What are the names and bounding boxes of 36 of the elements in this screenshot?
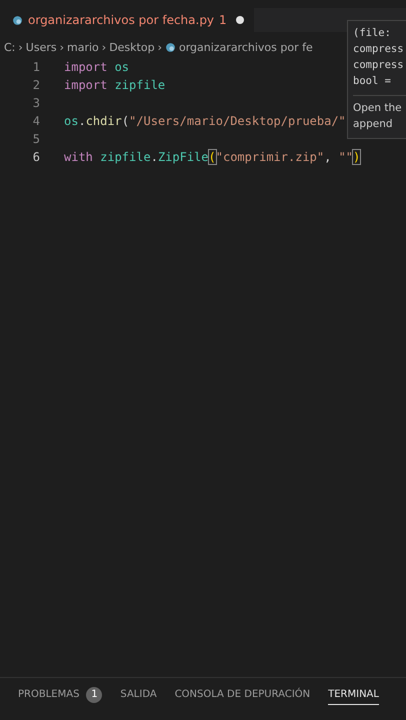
- breadcrumb-item[interactable]: Users: [26, 40, 57, 54]
- python-file-icon: [164, 42, 176, 52]
- python-file-icon: [12, 14, 23, 26]
- panel-tab[interactable]: PROBLEMAS 1: [18, 682, 102, 708]
- code-line: with zipfile.ZipFile("comprimir.zip", ""): [64, 150, 360, 164]
- chevron-icon: ›: [102, 40, 106, 54]
- line-number: 6: [32, 150, 41, 164]
- panel-tab[interactable]: CONSOLA DE DEPURACIÓN: [174, 685, 310, 705]
- signature-line: compress: [353, 42, 405, 57]
- panel-tab[interactable]: TERMINAL: [328, 685, 379, 705]
- problem-count: 1: [219, 13, 227, 27]
- breadcrumb-item[interactable]: Desktop: [109, 40, 155, 54]
- code-line: os.chdir("/Users/mario/Desktop/prueba/": [64, 114, 346, 128]
- signature-line: compress: [353, 58, 405, 73]
- chevron-icon: ›: [18, 40, 23, 54]
- panel-tab[interactable]: SALIDA: [120, 685, 157, 705]
- tab-title: organizararchivos por fecha.py: [28, 13, 214, 27]
- unsaved-dot-icon[interactable]: [236, 16, 244, 24]
- count-badge: 1: [86, 686, 102, 702]
- signature-line: bool =: [353, 74, 392, 89]
- description-line: append: [353, 117, 394, 132]
- editor-tab[interactable]: organizararchivos por fecha.py 1: [0, 8, 254, 32]
- breadcrumb-item[interactable]: mario: [67, 40, 99, 54]
- chevron-icon: ›: [158, 40, 162, 54]
- line-number: 1: [32, 60, 41, 74]
- signature-line: (file:: [353, 26, 392, 41]
- breadcrumb-item[interactable]: C:: [4, 40, 16, 54]
- line-number: 2: [32, 78, 41, 92]
- line-number: 5: [32, 132, 41, 146]
- breadcrumb-item[interactable]: organizararchivos por fe: [178, 40, 313, 54]
- line-number: 4: [32, 114, 41, 128]
- description-line: Open the: [353, 101, 403, 116]
- code-line: import zipfile: [64, 78, 166, 92]
- chevron-icon: ›: [60, 40, 64, 54]
- line-number: 3: [32, 96, 41, 110]
- code-line: import os: [64, 60, 130, 74]
